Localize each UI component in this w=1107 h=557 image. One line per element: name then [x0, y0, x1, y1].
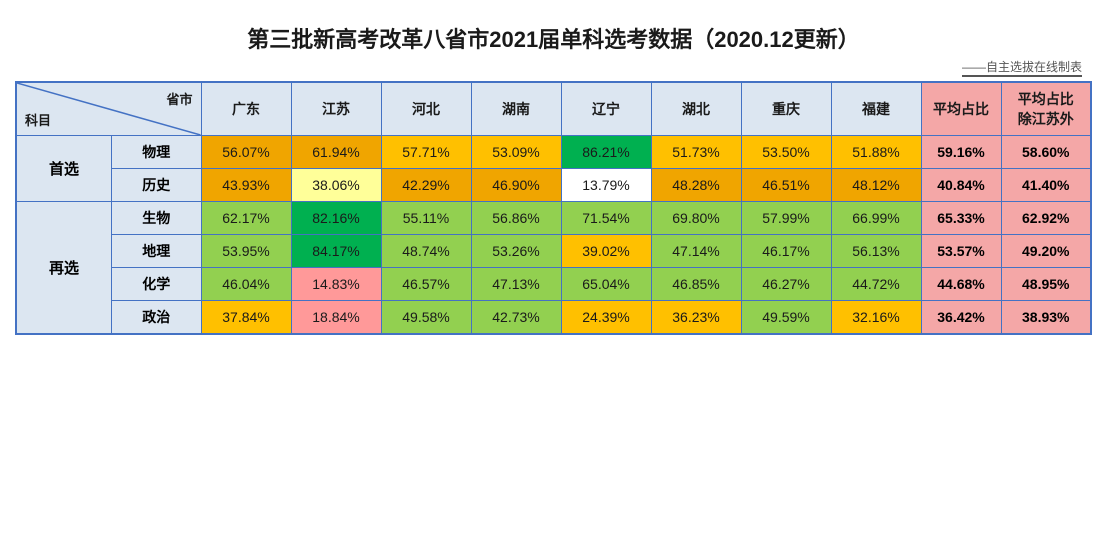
subject-label: 历史 [112, 169, 201, 202]
data-cell: 46.85% [651, 268, 741, 301]
category-0: 首选 [16, 136, 112, 202]
table-body: 首选物理56.07%61.94%57.71%53.09%86.21%51.73%… [16, 136, 1091, 335]
data-cell: 42.73% [471, 301, 561, 335]
avg-cell: 40.84% [921, 169, 1001, 202]
province-jiangsu: 江苏 [291, 82, 381, 136]
subject-label: 地理 [112, 235, 201, 268]
data-cell: 47.14% [651, 235, 741, 268]
avg-header: 平均占比 [921, 82, 1001, 136]
data-table: 省市 科目 广东 江苏 河北 湖南 辽宁 湖北 重庆 福建 平均占比 平均占比 … [15, 81, 1092, 335]
province-liaoning: 辽宁 [561, 82, 651, 136]
subject-label: 生物 [112, 202, 201, 235]
data-cell: 51.73% [651, 136, 741, 169]
avg-ex-header: 平均占比 除江苏外 [1001, 82, 1091, 136]
data-cell: 65.04% [561, 268, 651, 301]
data-cell: 32.16% [831, 301, 921, 335]
diag-province-label: 省市 [166, 89, 192, 108]
province-hubei: 湖北 [651, 82, 741, 136]
avg-ex-cell: 49.20% [1001, 235, 1091, 268]
avg-cell: 65.33% [921, 202, 1001, 235]
data-cell: 48.28% [651, 169, 741, 202]
data-cell: 56.86% [471, 202, 561, 235]
data-cell: 47.13% [471, 268, 561, 301]
avg-cell: 44.68% [921, 268, 1001, 301]
data-cell: 55.11% [381, 202, 471, 235]
data-cell: 71.54% [561, 202, 651, 235]
data-cell: 51.88% [831, 136, 921, 169]
avg-cell: 59.16% [921, 136, 1001, 169]
data-cell: 38.06% [291, 169, 381, 202]
data-cell: 46.51% [741, 169, 831, 202]
data-cell: 86.21% [561, 136, 651, 169]
data-cell: 36.23% [651, 301, 741, 335]
data-cell: 46.57% [381, 268, 471, 301]
data-cell: 37.84% [201, 301, 291, 335]
data-cell: 46.27% [741, 268, 831, 301]
category-1: 再选 [16, 202, 112, 335]
avg-ex-cell: 58.60% [1001, 136, 1091, 169]
table-row: 地理53.95%84.17%48.74%53.26%39.02%47.14%46… [16, 235, 1091, 268]
province-hunan: 湖南 [471, 82, 561, 136]
table-row: 化学46.04%14.83%46.57%47.13%65.04%46.85%46… [16, 268, 1091, 301]
province-chongqing: 重庆 [741, 82, 831, 136]
table-row: 首选物理56.07%61.94%57.71%53.09%86.21%51.73%… [16, 136, 1091, 169]
data-cell: 18.84% [291, 301, 381, 335]
avg-cell: 36.42% [921, 301, 1001, 335]
data-cell: 57.71% [381, 136, 471, 169]
avg-cell: 53.57% [921, 235, 1001, 268]
data-cell: 46.90% [471, 169, 561, 202]
data-cell: 43.93% [201, 169, 291, 202]
main-title: 第三批新高考改革八省市2021届单科选考数据（2020.12更新） [15, 10, 1092, 58]
avg-ex-cell: 62.92% [1001, 202, 1091, 235]
avg-ex-cell: 38.93% [1001, 301, 1091, 335]
data-cell: 53.09% [471, 136, 561, 169]
data-cell: 53.95% [201, 235, 291, 268]
data-cell: 56.13% [831, 235, 921, 268]
header-row: 省市 科目 广东 江苏 河北 湖南 辽宁 湖北 重庆 福建 平均占比 平均占比 … [16, 82, 1091, 136]
subtitle: ——自主选拔在线制表 [15, 58, 1092, 75]
data-cell: 48.74% [381, 235, 471, 268]
avg-ex-cell: 41.40% [1001, 169, 1091, 202]
diagonal-header: 省市 科目 [16, 82, 201, 136]
table-row: 再选生物62.17%82.16%55.11%56.86%71.54%69.80%… [16, 202, 1091, 235]
province-fujian: 福建 [831, 82, 921, 136]
data-cell: 48.12% [831, 169, 921, 202]
page-wrapper: 第三批新高考改革八省市2021届单科选考数据（2020.12更新） ——自主选拔… [0, 0, 1107, 350]
diag-subject-label: 科目 [25, 110, 51, 129]
province-hebei: 河北 [381, 82, 471, 136]
data-cell: 24.39% [561, 301, 651, 335]
data-cell: 44.72% [831, 268, 921, 301]
data-cell: 14.83% [291, 268, 381, 301]
province-guangdong: 广东 [201, 82, 291, 136]
data-cell: 69.80% [651, 202, 741, 235]
data-cell: 46.17% [741, 235, 831, 268]
avg-ex-cell: 48.95% [1001, 268, 1091, 301]
data-cell: 49.59% [741, 301, 831, 335]
subject-label: 化学 [112, 268, 201, 301]
data-cell: 84.17% [291, 235, 381, 268]
data-cell: 56.07% [201, 136, 291, 169]
data-cell: 53.50% [741, 136, 831, 169]
data-cell: 82.16% [291, 202, 381, 235]
data-cell: 49.58% [381, 301, 471, 335]
subject-label: 政治 [112, 301, 201, 335]
data-cell: 13.79% [561, 169, 651, 202]
data-cell: 61.94% [291, 136, 381, 169]
data-cell: 66.99% [831, 202, 921, 235]
data-cell: 62.17% [201, 202, 291, 235]
data-cell: 57.99% [741, 202, 831, 235]
subject-label: 物理 [112, 136, 201, 169]
data-cell: 39.02% [561, 235, 651, 268]
data-cell: 42.29% [381, 169, 471, 202]
table-row: 政治37.84%18.84%49.58%42.73%24.39%36.23%49… [16, 301, 1091, 335]
data-cell: 46.04% [201, 268, 291, 301]
data-cell: 53.26% [471, 235, 561, 268]
table-row: 历史43.93%38.06%42.29%46.90%13.79%48.28%46… [16, 169, 1091, 202]
